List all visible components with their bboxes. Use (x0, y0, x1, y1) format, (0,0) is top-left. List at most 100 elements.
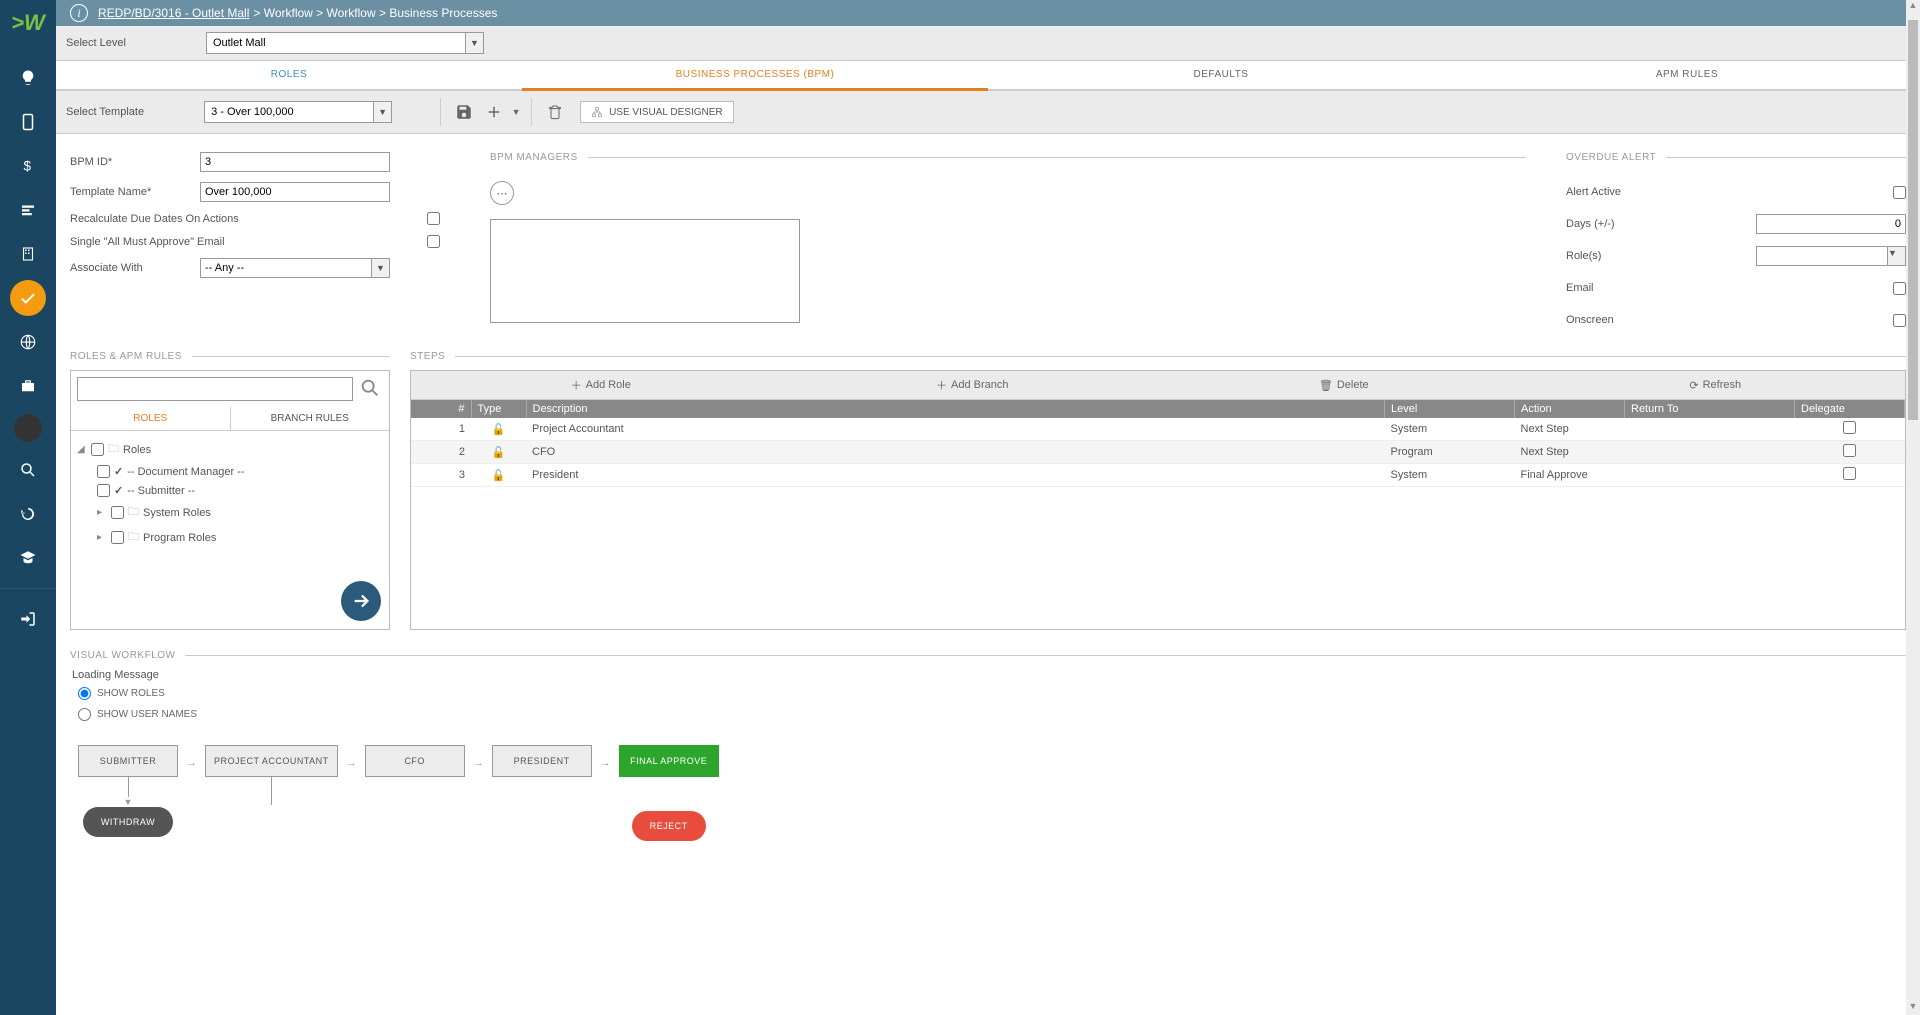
bpm-managers-list[interactable] (490, 219, 800, 323)
nav-bars[interactable] (10, 192, 46, 228)
nav-logout[interactable] (10, 601, 46, 637)
app-logo[interactable]: >W (11, 10, 45, 36)
nav-history[interactable] (10, 496, 46, 532)
col-desc[interactable]: Description (526, 400, 1385, 418)
tab-apm[interactable]: APM RULES (1454, 61, 1920, 89)
move-right-button[interactable] (341, 581, 381, 621)
bpm-managers-more-icon[interactable]: ⋯ (490, 181, 514, 205)
add-role-button[interactable]: ＋Add Role (415, 375, 787, 395)
nav-ideas[interactable] (10, 60, 46, 96)
toolbar: Select Template ▼ ▼ USE VISUAL DESIGNER (56, 91, 1920, 134)
col-return[interactable]: Return To (1625, 400, 1795, 418)
folder-icon: 🗀 (108, 440, 119, 459)
template-name-input[interactable] (200, 182, 390, 202)
vertical-scrollbar[interactable]: ▲ ▼ (1906, 0, 1920, 1015)
select-level-input[interactable] (206, 32, 466, 54)
delete-icon[interactable] (540, 97, 570, 127)
info-icon[interactable]: i (70, 4, 88, 22)
tree-system-label[interactable]: System Roles (143, 507, 211, 519)
scrollbar-thumb[interactable] (1908, 20, 1918, 420)
alert-email-label: Email (1566, 282, 1893, 294)
visual-designer-button[interactable]: USE VISUAL DESIGNER (580, 101, 734, 123)
lock-icon: 🔓 (471, 441, 526, 464)
alert-days-input[interactable] (1756, 214, 1906, 234)
flow-node-cfo[interactable]: CFO (365, 745, 465, 777)
alert-onscreen-checkbox[interactable] (1893, 314, 1906, 327)
single-email-checkbox[interactable] (427, 235, 440, 248)
delegate-checkbox[interactable] (1843, 467, 1856, 480)
flow-node-withdraw[interactable]: WITHDRAW (83, 807, 173, 837)
associate-dropdown-btn[interactable]: ▼ (372, 258, 390, 278)
add-dropdown-icon[interactable]: ▼ (509, 97, 523, 127)
nav-globe[interactable] (10, 324, 46, 360)
scroll-down-icon[interactable]: ▼ (1906, 1001, 1920, 1015)
table-row[interactable]: 3 🔓 President System Final Approve (411, 464, 1905, 487)
alert-active-checkbox[interactable] (1893, 186, 1906, 199)
flow-node-president[interactable]: PRESIDENT (492, 745, 592, 777)
col-num[interactable]: # (411, 400, 471, 418)
select-template-dropdown-btn[interactable]: ▼ (374, 101, 392, 123)
tree-submitter-checkbox[interactable] (97, 484, 110, 497)
tree-program-label[interactable]: Program Roles (143, 532, 216, 544)
roles-subtab-roles[interactable]: ROLES (71, 407, 231, 430)
col-type[interactable]: Type (471, 400, 526, 418)
flow-node-reject[interactable]: REJECT (632, 811, 706, 841)
show-users-radio[interactable] (78, 708, 91, 721)
scroll-up-icon[interactable]: ▲ (1906, 0, 1920, 14)
associate-input[interactable] (200, 258, 372, 278)
flow-node-submitter[interactable]: SUBMITTER (78, 745, 178, 777)
tree-root-checkbox[interactable] (91, 443, 104, 456)
tree-program-checkbox[interactable] (111, 531, 124, 544)
recalc-checkbox[interactable] (427, 212, 440, 225)
add-icon[interactable] (479, 97, 509, 127)
show-roles-label: SHOW ROLES (97, 688, 165, 699)
flow-node-final[interactable]: FINAL APPROVE (619, 745, 719, 777)
tree-system-checkbox[interactable] (111, 506, 124, 519)
tree-docmgr-label[interactable]: -- Document Manager -- (127, 466, 244, 478)
nav-clipboard[interactable] (10, 104, 46, 140)
roles-search-input[interactable] (77, 377, 353, 401)
bpm-id-input[interactable] (200, 152, 390, 172)
nav-search[interactable] (10, 452, 46, 488)
caret-icon[interactable]: ◢ (77, 444, 87, 455)
breadcrumb-rest: > Workflow > Workflow > Business Process… (253, 6, 497, 20)
flow-node-pa[interactable]: PROJECT ACCOUNTANT (205, 745, 338, 777)
search-icon[interactable] (359, 377, 383, 401)
user-avatar[interactable] (14, 414, 42, 442)
select-template-input[interactable] (204, 101, 374, 123)
table-row[interactable]: 2 🔓 CFO Program Next Step (411, 441, 1905, 464)
show-roles-radio[interactable] (78, 687, 91, 700)
table-row[interactable]: 1 🔓 Project Accountant System Next Step (411, 418, 1905, 441)
nav-education[interactable] (10, 540, 46, 576)
loading-message-label: Loading Message (70, 669, 1906, 681)
alert-email-checkbox[interactable] (1893, 282, 1906, 295)
delete-step-button[interactable]: 🗑Delete (1158, 375, 1530, 395)
caret-icon[interactable]: ▸ (97, 532, 107, 543)
delegate-checkbox[interactable] (1843, 421, 1856, 434)
show-users-label: SHOW USER NAMES (97, 709, 197, 720)
col-level[interactable]: Level (1385, 400, 1515, 418)
col-action[interactable]: Action (1515, 400, 1625, 418)
nav-briefcase[interactable] (10, 368, 46, 404)
tab-roles[interactable]: ROLES (56, 61, 522, 89)
nav-finance[interactable]: $ (10, 148, 46, 184)
roles-tree: ◢🗀Roles ✓-- Document Manager -- ✓-- Subm… (71, 431, 389, 573)
refresh-button[interactable]: ⟳Refresh (1530, 375, 1902, 395)
tree-root-label[interactable]: Roles (123, 444, 151, 456)
delegate-checkbox[interactable] (1843, 444, 1856, 457)
col-delegate[interactable]: Delegate (1795, 400, 1905, 418)
add-branch-button[interactable]: ＋Add Branch (787, 375, 1159, 395)
nav-workflow[interactable] (10, 280, 46, 316)
tab-defaults[interactable]: DEFAULTS (988, 61, 1454, 89)
alert-roles-dropdown-btn[interactable]: ▼ (1888, 246, 1906, 266)
alert-roles-input[interactable] (1756, 246, 1888, 266)
select-level-dropdown-btn[interactable]: ▼ (466, 32, 484, 54)
save-icon[interactable] (449, 97, 479, 127)
tree-docmgr-checkbox[interactable] (97, 465, 110, 478)
nav-building[interactable] (10, 236, 46, 272)
tree-submitter-label[interactable]: -- Submitter -- (127, 485, 195, 497)
tab-bpm[interactable]: BUSINESS PROCESSES (BPM) (522, 61, 988, 91)
roles-subtab-branch[interactable]: BRANCH RULES (231, 407, 390, 430)
caret-icon[interactable]: ▸ (97, 507, 107, 518)
breadcrumb-link[interactable]: REDP/BD/3016 - Outlet Mall (98, 6, 249, 20)
